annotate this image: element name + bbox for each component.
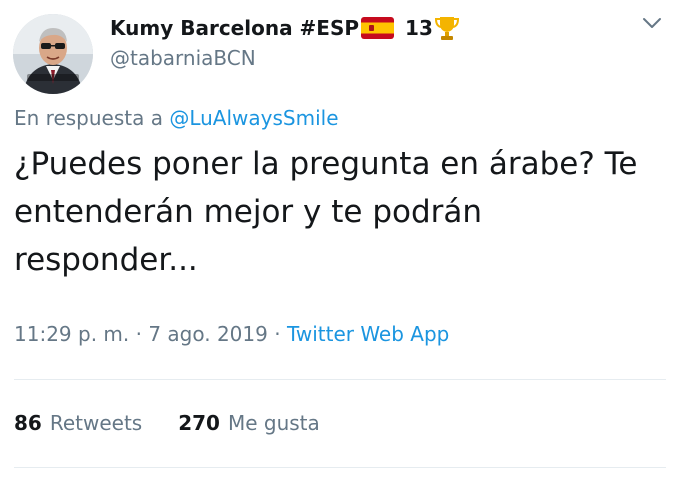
reply-mention-link[interactable]: @LuAlwaysSmile (169, 106, 338, 130)
tweet-meta: 11:29 p. m. · 7 ago. 2019 · Twitter Web … (14, 322, 449, 346)
reply-context: En respuesta a @LuAlwaysSmile (14, 106, 339, 130)
trophy-icon (434, 15, 459, 41)
reply-prefix: En respuesta a (14, 106, 163, 130)
author-handle[interactable]: @tabarniaBCN (110, 46, 256, 70)
likes-stat[interactable]: 270 Me gusta (178, 411, 320, 435)
retweets-label: Retweets (49, 411, 143, 435)
source-link[interactable]: Twitter Web App (287, 322, 449, 346)
tweet-text: ¿Puedes poner la pregunta en árabe? Te e… (14, 146, 638, 278)
avatar[interactable] (13, 14, 93, 94)
tweet-stats: 86 Retweets 270 Me gusta (14, 411, 356, 435)
tweet-card: Kumy Barcelona #ESP 13 @tabarniaBCN En r… (0, 0, 673, 478)
chevron-down-icon[interactable] (640, 12, 664, 34)
timestamp[interactable]: 11:29 p. m. · 7 ago. 2019 (14, 322, 268, 346)
display-name[interactable]: Kumy Barcelona #ESP (110, 16, 359, 40)
name-number: 13 (405, 16, 433, 40)
likes-label: Me gusta (227, 411, 320, 435)
retweets-count: 86 (14, 411, 42, 435)
likes-count: 270 (178, 411, 220, 435)
retweets-stat[interactable]: 86 Retweets (14, 411, 142, 435)
divider (14, 467, 666, 468)
divider (14, 379, 666, 380)
author-name-row[interactable]: Kumy Barcelona #ESP 13 (110, 13, 459, 43)
spain-flag-icon (361, 17, 395, 39)
meta-separator: · (274, 322, 287, 346)
